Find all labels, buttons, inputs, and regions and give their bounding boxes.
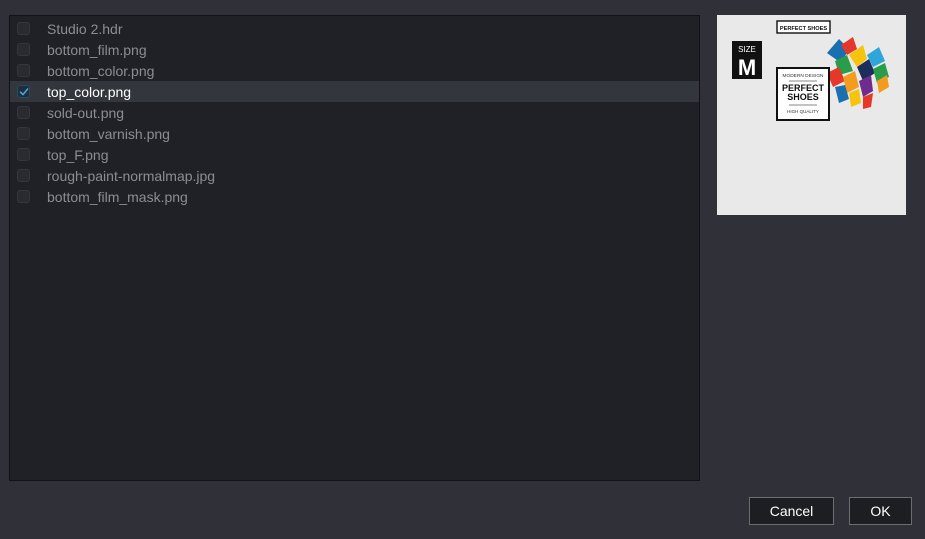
cancel-button[interactable]: Cancel <box>749 497 834 525</box>
file-name: rough-paint-normalmap.jpg <box>47 167 216 184</box>
file-row[interactable]: rough-paint-normalmap.jpg <box>10 165 699 186</box>
file-row[interactable]: top_color.png <box>10 81 699 102</box>
file-list[interactable]: Studio 2.hdr bottom_film.png bottom_colo… <box>9 15 700 481</box>
tagline-text: MODERN DESIGN <box>782 73 824 79</box>
file-checkbox[interactable] <box>17 64 30 77</box>
file-name: top_F.png <box>47 146 109 163</box>
file-checkbox[interactable] <box>17 22 30 35</box>
title-line2-text: SHOES <box>787 92 819 102</box>
file-name: bottom_film_mask.png <box>47 188 188 205</box>
checkmark-icon <box>19 88 29 96</box>
file-checkbox[interactable] <box>17 169 30 182</box>
file-row[interactable]: sold-out.png <box>10 102 699 123</box>
file-checkbox[interactable] <box>17 190 30 203</box>
file-row[interactable]: bottom_color.png <box>10 60 699 81</box>
file-name: bottom_varnish.png <box>47 125 170 142</box>
ok-button[interactable]: OK <box>849 497 912 525</box>
brand-badge-text: PERFECT SHOES <box>780 26 828 32</box>
file-checkbox[interactable] <box>17 106 30 119</box>
file-checkbox[interactable] <box>17 85 30 98</box>
file-row[interactable]: top_F.png <box>10 144 699 165</box>
subtitle-text: HIGH QUALITY <box>787 109 819 114</box>
file-name: bottom_film.png <box>47 41 147 58</box>
texture-preview-image: PERFECT SHOES SIZE M MODERN DESIGN PERFE… <box>717 15 906 215</box>
file-row[interactable]: bottom_varnish.png <box>10 123 699 144</box>
file-name: sold-out.png <box>47 104 125 121</box>
size-label-text: SIZE <box>738 45 756 54</box>
file-checkbox[interactable] <box>17 43 30 56</box>
file-row[interactable]: bottom_film.png <box>10 39 699 60</box>
file-name: top_color.png <box>47 83 132 100</box>
file-name: bottom_color.png <box>47 62 155 79</box>
file-row[interactable]: bottom_film_mask.png <box>10 186 699 207</box>
file-checkbox[interactable] <box>17 127 30 140</box>
size-value-text: M <box>738 55 756 80</box>
file-row[interactable]: Studio 2.hdr <box>10 18 699 39</box>
file-checkbox[interactable] <box>17 148 30 161</box>
image-preview: PERFECT SHOES SIZE M MODERN DESIGN PERFE… <box>717 15 906 215</box>
file-name: Studio 2.hdr <box>47 20 123 37</box>
